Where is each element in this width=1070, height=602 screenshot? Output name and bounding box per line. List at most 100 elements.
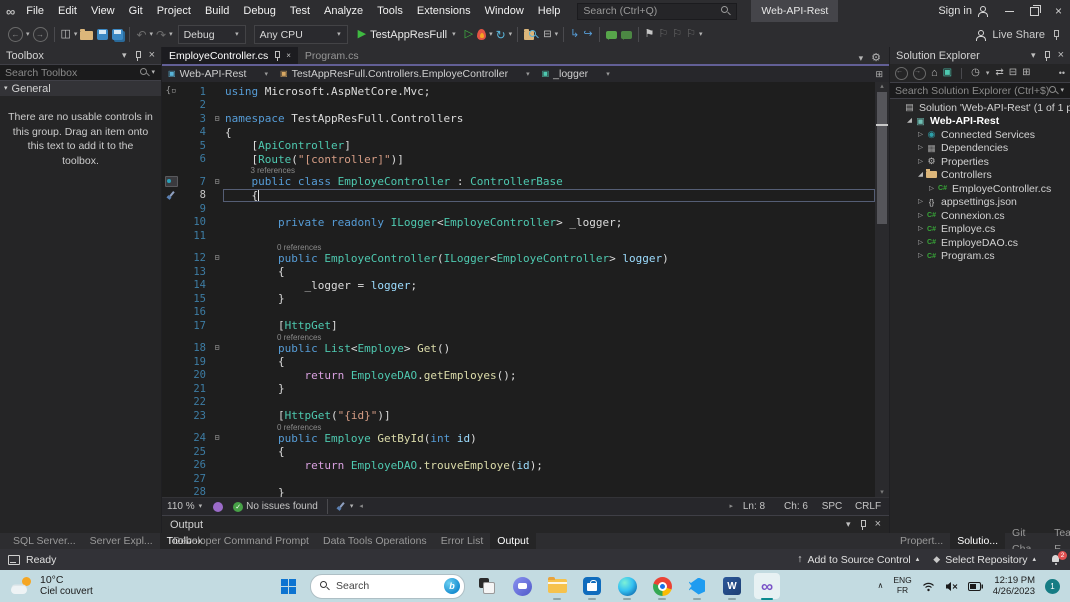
sync-with-active-document-icon[interactable]: ▣ <box>943 68 952 78</box>
pending-changes-filter-icon[interactable]: ◷ <box>971 68 980 78</box>
line-ending-indicator[interactable]: CRLF <box>847 501 889 512</box>
code-line-25[interactable]: 25 { <box>162 445 875 459</box>
zoom-dropdown[interactable]: 110 % ▾ <box>162 501 208 512</box>
step-into-icon[interactable]: ↳ <box>570 29 579 40</box>
clock-widget[interactable]: 12:19 PM 4/26/2023 <box>993 575 1035 598</box>
weather-widget[interactable]: 10°C Ciel couvert <box>0 574 210 598</box>
code-line-13[interactable]: 13 { <box>162 265 875 279</box>
tree-item-dependencies[interactable]: ▷▦Dependencies <box>890 142 1070 156</box>
solution-explorer-search-input[interactable]: Search Solution Explorer (Ctrl+$) ▾ <box>890 82 1070 99</box>
code-line-11[interactable]: 11 <box>162 229 875 243</box>
tree-collapse-arrow-icon[interactable]: ▷ <box>916 145 925 152</box>
battery-icon[interactable] <box>968 582 983 591</box>
code-line-17[interactable]: 17 [HttpGet] <box>162 319 875 333</box>
undo-icon[interactable]: ↶ <box>136 29 146 41</box>
configuration-dropdown[interactable]: Debug ▾ <box>178 25 246 44</box>
quick-search-box[interactable]: Search (Ctrl+Q) <box>577 3 737 20</box>
start-without-debugging-icon[interactable]: ▷ <box>465 29 473 40</box>
code-line-3[interactable]: 3⊟namespace TestAppResFull.Controllers <box>162 112 875 126</box>
tree-collapse-arrow-icon[interactable]: ▷ <box>916 159 925 166</box>
gear-icon[interactable]: ⚙ <box>871 53 881 64</box>
tree-item-employedao-cs[interactable]: ▷C#EmployeDAO.cs <box>890 236 1070 250</box>
fold-indicator[interactable]: ⊟ <box>211 115 223 123</box>
chevron-down-icon[interactable]: ▾ <box>986 70 990 77</box>
comment-icon[interactable] <box>606 31 617 39</box>
code-line-2[interactable]: 2 <box>162 99 875 113</box>
next-bookmark-icon[interactable]: ⚐ <box>672 29 682 40</box>
navigate-backward-icon[interactable]: ← <box>8 27 23 42</box>
feedback-icon[interactable] <box>1052 30 1060 40</box>
open-folder-icon[interactable] <box>80 29 93 40</box>
vertical-scrollbar[interactable]: ▴ ▾ <box>875 82 889 497</box>
code-editor[interactable]: {▫1using Microsoft.AspNetCore.Mvc;23⊟nam… <box>162 82 889 497</box>
notification-center-badge[interactable]: 1 <box>1045 579 1060 594</box>
tool-tab-error-list[interactable]: Error List <box>434 533 491 549</box>
code-line-20[interactable]: 20 return EmployeDAO.getEmployes(); <box>162 369 875 383</box>
wifi-icon[interactable] <box>922 581 935 592</box>
code-line-12[interactable]: 12⊟ public EmployeController(ILogger<Emp… <box>162 252 875 266</box>
hot-reload-caret-icon[interactable]: ▾ <box>489 31 493 38</box>
column-indicator[interactable]: Ch: 6 <box>775 501 817 512</box>
code-line-26[interactable]: 26 return EmployeDAO.trouveEmploye(id); <box>162 459 875 473</box>
visual-studio-button[interactable]: ∞ <box>754 573 780 599</box>
tree-item-program-cs[interactable]: ▷C#Program.cs <box>890 250 1070 264</box>
code-line-27[interactable]: 27 <box>162 472 875 486</box>
tree-collapse-arrow-icon[interactable]: ▷ <box>916 253 925 260</box>
code-line-15[interactable]: 15 } <box>162 292 875 306</box>
tree-collapse-arrow-icon[interactable]: ▷ <box>916 132 925 139</box>
code-line-7[interactable]: 7⊟ public class EmployeController : Cont… <box>162 175 875 189</box>
code-line-14[interactable]: 14 _logger = logger; <box>162 279 875 293</box>
breadcrumb-testappresfull-controllers-employecontroller[interactable]: ▣TestAppResFull.Controllers.EmployeContr… <box>274 66 536 82</box>
switch-views-icon[interactable]: ⇄ <box>995 68 1003 78</box>
teams-chat-button[interactable] <box>509 573 535 599</box>
codelens-references[interactable]: 0 references <box>162 423 875 432</box>
codelens-references[interactable]: 3 references <box>162 166 875 175</box>
task-view-button[interactable] <box>474 573 500 599</box>
tree-collapse-arrow-icon[interactable]: ▷ <box>916 213 925 220</box>
tree-collapse-arrow-icon[interactable]: ▷ <box>916 240 925 247</box>
navigate-backward-caret-icon[interactable]: ▾ <box>26 31 30 38</box>
close-icon[interactable]: × <box>1058 50 1064 61</box>
code-line-1[interactable]: {▫1using Microsoft.AspNetCore.Mvc; <box>162 85 875 99</box>
code-cleanup-button[interactable]: ▾ <box>332 502 360 511</box>
tree-expanded-arrow-icon[interactable]: ◢ <box>905 118 914 125</box>
breadcrumb-web-api-rest[interactable]: ▣Web-API-Rest▾ <box>162 66 274 82</box>
menu-test[interactable]: Test <box>283 0 317 22</box>
window-position-caret-icon[interactable]: ▾ <box>1031 51 1036 60</box>
code-line-9[interactable]: 9 <box>162 202 875 216</box>
close-icon[interactable]: × <box>875 519 881 530</box>
close-button[interactable]: × <box>1055 5 1062 17</box>
notifications-bell-icon[interactable]: 2 <box>1050 554 1062 566</box>
tree-collapse-arrow-icon[interactable]: ▷ <box>916 226 925 233</box>
fold-indicator[interactable]: ⊟ <box>211 344 223 352</box>
new-project-icon[interactable]: ◫ <box>61 29 71 40</box>
code-line-16[interactable]: 16 <box>162 306 875 320</box>
start-debugging-button[interactable]: ▶ TestAppResFull ▾ <box>358 29 457 41</box>
save-icon[interactable] <box>97 29 108 40</box>
word-button[interactable]: W <box>719 573 745 599</box>
sign-in-button[interactable]: Sign in <box>938 5 987 17</box>
code-line-10[interactable]: 10 private readonly ILogger<EmployeContr… <box>162 216 875 230</box>
navigate-forward-icon[interactable]: → <box>33 27 48 42</box>
menu-file[interactable]: File <box>19 0 51 22</box>
minimize-button[interactable] <box>1005 11 1014 12</box>
bookmarks-caret-icon[interactable]: ▾ <box>699 31 703 38</box>
quick-actions-screwdriver-icon[interactable] <box>167 191 176 200</box>
start-button[interactable] <box>275 573 301 599</box>
toolbox-general-section[interactable]: ▾ General <box>0 81 161 96</box>
fold-indicator[interactable]: ⊟ <box>211 254 223 262</box>
menu-window[interactable]: Window <box>478 0 531 22</box>
live-share-button[interactable]: Live Share <box>992 29 1045 41</box>
tab-employecontroller-cs[interactable]: EmployeController.cs× <box>162 47 298 64</box>
tree-item-controllers[interactable]: ◢Controllers <box>890 169 1070 183</box>
code-line-22[interactable]: 22 <box>162 396 875 410</box>
microsoft-store-button[interactable] <box>579 573 605 599</box>
forward-icon[interactable]: → <box>913 67 926 80</box>
code-line-5[interactable]: 5 [ApiController] <box>162 139 875 153</box>
tool-tab-solutio[interactable]: Solutio... <box>950 533 1005 549</box>
tool-tab-developer-command-prompt[interactable]: Developer Command Prompt <box>166 533 316 549</box>
volume-muted-icon[interactable] <box>945 581 958 592</box>
tool-tab-propert[interactable]: Propert... <box>893 533 950 549</box>
restart-icon[interactable]: ↻ <box>496 29 506 41</box>
chrome-button[interactable] <box>649 573 675 599</box>
